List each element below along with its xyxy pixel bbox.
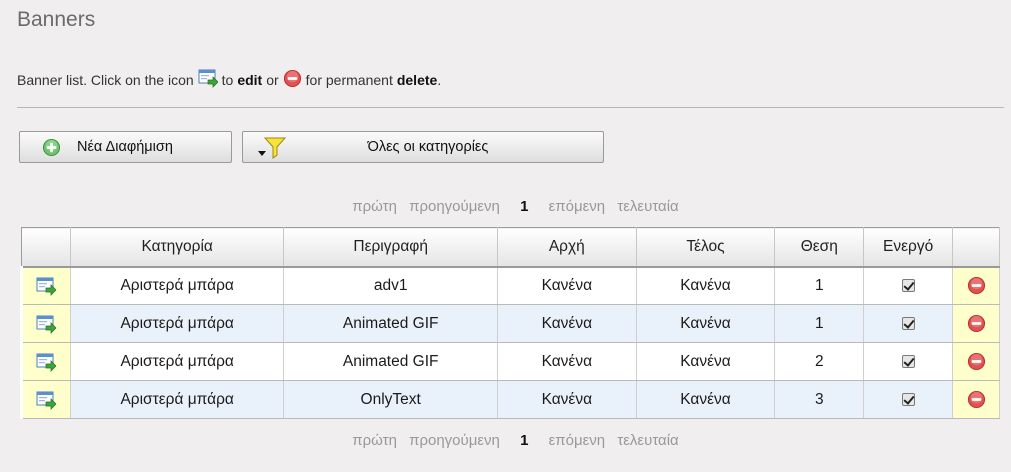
row-start: Κανένα xyxy=(497,342,637,381)
new-banner-button[interactable]: Νέα Διαφήμιση xyxy=(19,131,232,163)
active-checkbox[interactable] xyxy=(901,279,915,293)
intro-delete-word: delete xyxy=(396,71,438,88)
category-filter-label: Όλες οι κατηγορίες xyxy=(367,139,489,155)
row-position: 2 xyxy=(774,342,865,381)
delete-icon xyxy=(283,69,302,91)
pager-next[interactable]: επόμενη xyxy=(549,198,606,215)
row-end: Κανένα xyxy=(636,266,776,305)
row-description: adv1 xyxy=(283,266,498,305)
row-description: Animated GIF xyxy=(283,342,498,381)
edit-icon[interactable] xyxy=(36,353,56,370)
pager-prev[interactable]: προηγούμενη xyxy=(409,432,500,449)
intro-part2: to xyxy=(221,71,234,88)
intro-part1: Banner list. Click on the icon xyxy=(17,71,194,88)
header-position[interactable]: Θεση xyxy=(774,227,865,268)
row-active xyxy=(863,266,954,305)
row-position: 3 xyxy=(774,380,865,419)
pager-bottom: πρώτη προηγούμενη 1 επόμενη τελευταία xyxy=(10,432,1011,449)
pager-first[interactable]: πρώτη xyxy=(352,198,397,215)
edit-icon[interactable] xyxy=(36,277,56,294)
row-end: Κανένα xyxy=(636,304,776,343)
edit-icon[interactable] xyxy=(36,315,56,332)
header-end[interactable]: Τέλος xyxy=(636,227,776,268)
header-edit xyxy=(21,227,71,268)
table-row: Αριστερά μπάρα adv1 Κανένα Κανένα 1 xyxy=(20,266,1000,305)
active-checkbox[interactable] xyxy=(901,316,915,330)
delete-icon[interactable] xyxy=(967,277,986,294)
row-delete-cell[interactable] xyxy=(952,266,1000,305)
row-start: Κανένα xyxy=(497,304,637,343)
row-position: 1 xyxy=(774,266,865,305)
row-description: Animated GIF xyxy=(283,304,498,343)
header-delete xyxy=(952,227,1000,268)
row-edit-cell[interactable] xyxy=(20,342,71,381)
row-end: Κανένα xyxy=(636,380,776,419)
row-edit-cell[interactable] xyxy=(20,380,71,419)
header-category[interactable]: Κατηγορία xyxy=(70,227,285,268)
row-position: 1 xyxy=(774,304,865,343)
pager-current: 1 xyxy=(520,432,529,449)
row-edit-cell[interactable] xyxy=(20,304,71,343)
category-filter-button[interactable]: Όλες οι κατηγορίες xyxy=(242,131,604,163)
row-category: Αριστερά μπάρα xyxy=(70,380,285,419)
pager-last[interactable]: τελευταία xyxy=(617,198,678,215)
pager-current: 1 xyxy=(520,198,529,215)
table-row: Αριστερά μπάρα Animated GIF Κανένα Κανέν… xyxy=(20,304,1000,343)
table-row: Αριστερά μπάρα OnlyText Κανένα Κανένα 3 xyxy=(20,380,1000,419)
row-active xyxy=(863,380,954,419)
intro-part3: or xyxy=(266,71,279,88)
header-active[interactable]: Ενεργό xyxy=(863,227,954,268)
row-delete-cell[interactable] xyxy=(952,304,1000,343)
row-category: Αριστερά μπάρα xyxy=(70,342,285,381)
row-active xyxy=(863,304,954,343)
delete-icon[interactable] xyxy=(967,315,986,332)
intro-edit-word: edit xyxy=(237,71,263,88)
edit-icon[interactable] xyxy=(36,391,56,408)
active-checkbox[interactable] xyxy=(901,354,915,368)
row-start: Κανένα xyxy=(497,266,637,305)
pager-first[interactable]: πρώτη xyxy=(352,432,397,449)
row-start: Κανένα xyxy=(497,380,637,419)
table-row: Αριστερά μπάρα Animated GIF Κανένα Κανέν… xyxy=(20,342,1000,381)
divider xyxy=(17,107,1004,108)
header-description[interactable]: Περιγραφή xyxy=(283,227,498,268)
row-end: Κανένα xyxy=(636,342,776,381)
pager-next[interactable]: επόμενη xyxy=(549,432,606,449)
header-start[interactable]: Αρχή xyxy=(497,227,637,268)
table-header-row: Κατηγορία Περιγραφή Αρχή Τέλος Θεση Ενερ… xyxy=(21,227,1000,268)
pager-top: πρώτη προηγούμενη 1 επόμενη τελευταία xyxy=(10,198,1011,215)
row-delete-cell[interactable] xyxy=(952,380,1000,419)
row-edit-cell[interactable] xyxy=(20,266,71,305)
banner-table: Κατηγορία Περιγραφή Αρχή Τέλος Θεση Ενερ… xyxy=(20,227,1000,419)
row-description: OnlyText xyxy=(283,380,498,419)
delete-icon[interactable] xyxy=(967,391,986,408)
pager-last[interactable]: τελευταία xyxy=(617,432,678,449)
row-active xyxy=(863,342,954,381)
intro-text: Banner list. Click on the icon to edit o… xyxy=(17,68,441,91)
delete-icon[interactable] xyxy=(967,353,986,370)
page-title: Banners xyxy=(17,8,96,31)
intro-part5: . xyxy=(437,71,442,88)
row-category: Αριστερά μπάρα xyxy=(70,304,285,343)
active-checkbox[interactable] xyxy=(901,392,915,406)
intro-part4: for permanent xyxy=(305,71,393,88)
add-icon xyxy=(42,138,61,157)
row-delete-cell[interactable] xyxy=(952,342,1000,381)
new-banner-label: Νέα Διαφήμιση xyxy=(77,139,173,155)
pager-prev[interactable]: προηγούμενη xyxy=(409,198,500,215)
edit-icon xyxy=(198,68,218,91)
row-category: Αριστερά μπάρα xyxy=(70,266,285,305)
